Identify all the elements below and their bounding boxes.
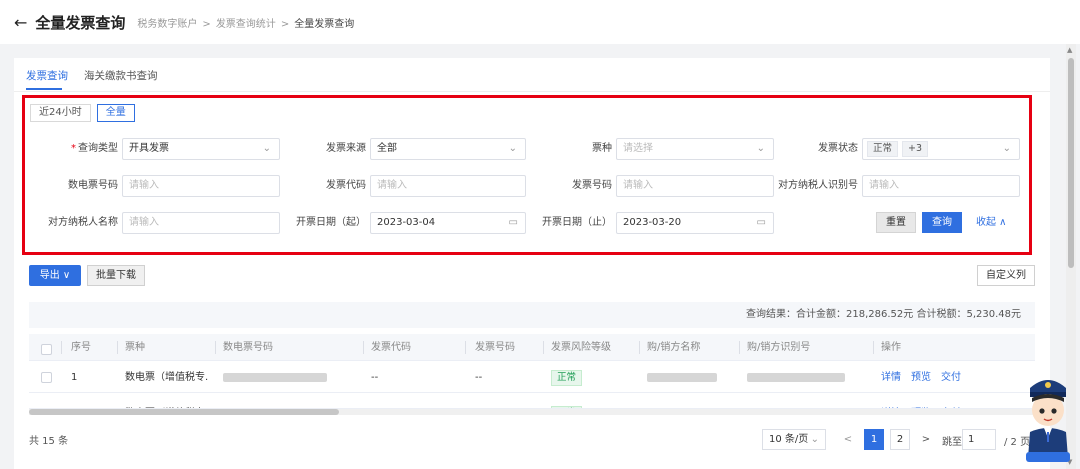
tab-bar: 发票查询 海关缴款书查询 [14, 58, 1050, 92]
page-title: 全量发票查询 [35, 13, 126, 32]
invoice-code-label: 发票代码 [326, 180, 366, 191]
invoice-code-input[interactable]: 请输入 [370, 175, 526, 197]
total-count: 共 15 条 [29, 436, 69, 447]
status-tag-more: +3 [902, 141, 929, 157]
scroll-up-icon[interactable]: ▲ [1067, 46, 1072, 54]
query-type-label: * 查询类型 [71, 143, 118, 154]
date-end-picker[interactable]: 2023-03-20 ▭ [616, 212, 774, 234]
col-kind: 票种 [125, 342, 145, 353]
col-actions: 操作 [881, 342, 901, 353]
counterparty-tax-id-input[interactable]: 请输入 [862, 175, 1020, 197]
preview-link[interactable]: 预览 [911, 362, 931, 393]
cell-invoice-code: -- [371, 372, 379, 383]
e-invoice-no-label: 数电票号码 [68, 180, 118, 191]
prev-page-button[interactable]: < [838, 429, 858, 450]
query-type-select[interactable]: 开具发票 ⌄ [122, 138, 280, 160]
chevron-down-icon: ⌄ [1002, 143, 1011, 154]
status-tag-normal[interactable]: 正常 [867, 141, 899, 157]
tab-active-indicator [26, 88, 62, 90]
col-party-name: 购/销方名称 [647, 342, 701, 353]
detail-link[interactable]: 详情 [881, 362, 901, 393]
table-row: 1 数电票（增值税专... -- -- 正常 详情 预览 交付 [29, 362, 1035, 393]
tax-assistant-mascot-icon[interactable] [1020, 366, 1076, 466]
detail-link[interactable]: 详情 [881, 398, 901, 408]
breadcrumb-sep: > [202, 18, 211, 30]
page-1-button[interactable]: 1 [864, 429, 884, 450]
counterparty-name-input[interactable]: 请输入 [122, 212, 280, 234]
page-size-select[interactable]: 10 条/页 ⌄ [762, 429, 826, 450]
table-row: 2 数电票（增值税专... 正常 详情 预览 交付 [29, 393, 1035, 409]
cell-index: 1 [71, 372, 78, 383]
query-button[interactable]: 查询 [922, 212, 962, 233]
breadcrumb-sep: > [280, 18, 290, 30]
page-2-button[interactable]: 2 [890, 429, 910, 450]
risk-badge-normal: 正常 [551, 370, 583, 386]
deliver-link[interactable]: 交付 [941, 398, 961, 408]
table-horizontal-scrollbar[interactable] [29, 409, 1035, 415]
tab-customs-query[interactable]: 海关缴款书查询 [84, 68, 158, 83]
redacted-party-name [647, 373, 717, 382]
cell-kind: 数电票（增值税专... [125, 372, 209, 383]
calendar-icon: ▭ [756, 217, 766, 228]
cell-index: 2 [71, 398, 77, 408]
jump-label: 跳至 [942, 437, 962, 448]
scrollbar-thumb[interactable] [29, 409, 339, 415]
invoice-status-select[interactable]: 正常 +3 ⌄ [862, 138, 1020, 160]
tab-invoice-query[interactable]: 发票查询 [26, 68, 68, 83]
col-e-invoice-no: 数电票号码 [223, 342, 273, 353]
chevron-down-icon: ⌄ [508, 143, 517, 154]
reset-button[interactable]: 重置 [876, 212, 916, 233]
batch-download-button[interactable]: 批量下载 [87, 265, 145, 286]
counterparty-name-label: 对方纳税人名称 [48, 217, 118, 228]
custom-columns-button[interactable]: 自定义列 [977, 265, 1035, 286]
invoice-source-label: 发票来源 [326, 143, 366, 154]
date-end-label: 开票日期（止） [542, 217, 612, 228]
back-arrow-icon[interactable]: ← [14, 13, 27, 32]
export-button[interactable]: 导出 ∨ [29, 265, 81, 286]
col-party-tax-id: 购/销方识别号 [747, 342, 811, 353]
cell-kind: 数电票（增值税专... [125, 398, 209, 408]
invoice-no-input[interactable]: 请输入 [616, 175, 774, 197]
breadcrumb-item-current: 全量发票查询 [294, 18, 355, 30]
preview-link[interactable]: 预览 [911, 398, 931, 408]
jump-page-input[interactable]: 1 [962, 429, 996, 450]
calendar-icon: ▭ [508, 217, 518, 228]
counterparty-tax-id-label: 对方纳税人识别号 [778, 180, 858, 191]
time-switch-all[interactable]: 全量 [96, 104, 135, 122]
table-header: 序号 票种 数电票号码 发票代码 发票号码 发票风险等级 购/销方名称 购/销方… [29, 334, 1035, 361]
e-invoice-no-input[interactable]: 请输入 [122, 175, 280, 197]
next-page-button[interactable]: > [916, 429, 936, 450]
invoice-status-label: 发票状态 [818, 143, 858, 154]
top-bar: ← 全量发票查询 税务数字账户 > 发票查询统计 > 全量发票查询 [0, 0, 1080, 44]
breadcrumb: 税务数字账户 > 发票查询统计 > 全量发票查询 [137, 15, 354, 30]
time-switch-24h[interactable]: 近24小时 [30, 104, 91, 122]
chevron-down-icon: ⌄ [810, 434, 819, 445]
select-all-checkbox[interactable] [41, 344, 52, 355]
cell-invoice-no: -- [475, 372, 483, 383]
chevron-down-icon: ⌄ [756, 143, 765, 154]
col-index: 序号 [71, 342, 91, 353]
col-invoice-no: 发票号码 [475, 342, 515, 353]
date-start-label: 开票日期（起） [296, 217, 366, 228]
scrollbar-thumb[interactable] [1068, 58, 1074, 268]
invoice-no-label: 发票号码 [572, 180, 612, 191]
breadcrumb-item-invoice-stats[interactable]: 发票查询统计 [216, 19, 276, 30]
date-start-picker[interactable]: 2023-03-04 ▭ [370, 212, 526, 234]
invoice-source-select[interactable]: 全部 ⌄ [370, 138, 526, 160]
time-range-switch: 近24小时 全量 [30, 104, 135, 122]
invoice-kind-select[interactable]: 请选择 ⌄ [616, 138, 774, 160]
row-checkbox[interactable] [41, 372, 52, 383]
breadcrumb-item-tax-account[interactable]: 税务数字账户 [137, 19, 197, 30]
redacted-e-invoice-no [223, 373, 327, 382]
col-invoice-code: 发票代码 [371, 342, 411, 353]
chevron-down-icon: ⌄ [262, 143, 271, 154]
deliver-link[interactable]: 交付 [941, 362, 961, 393]
redacted-party-tax-id [747, 373, 845, 382]
col-risk-level: 发票风险等级 [551, 342, 611, 353]
collapse-link[interactable]: 收起 ∧ [976, 212, 1007, 233]
result-summary: 查询结果：合计金额：218,286.52元 合计税额：5,230.48元 [29, 302, 1035, 328]
invoice-kind-label: 票种 [592, 143, 612, 154]
